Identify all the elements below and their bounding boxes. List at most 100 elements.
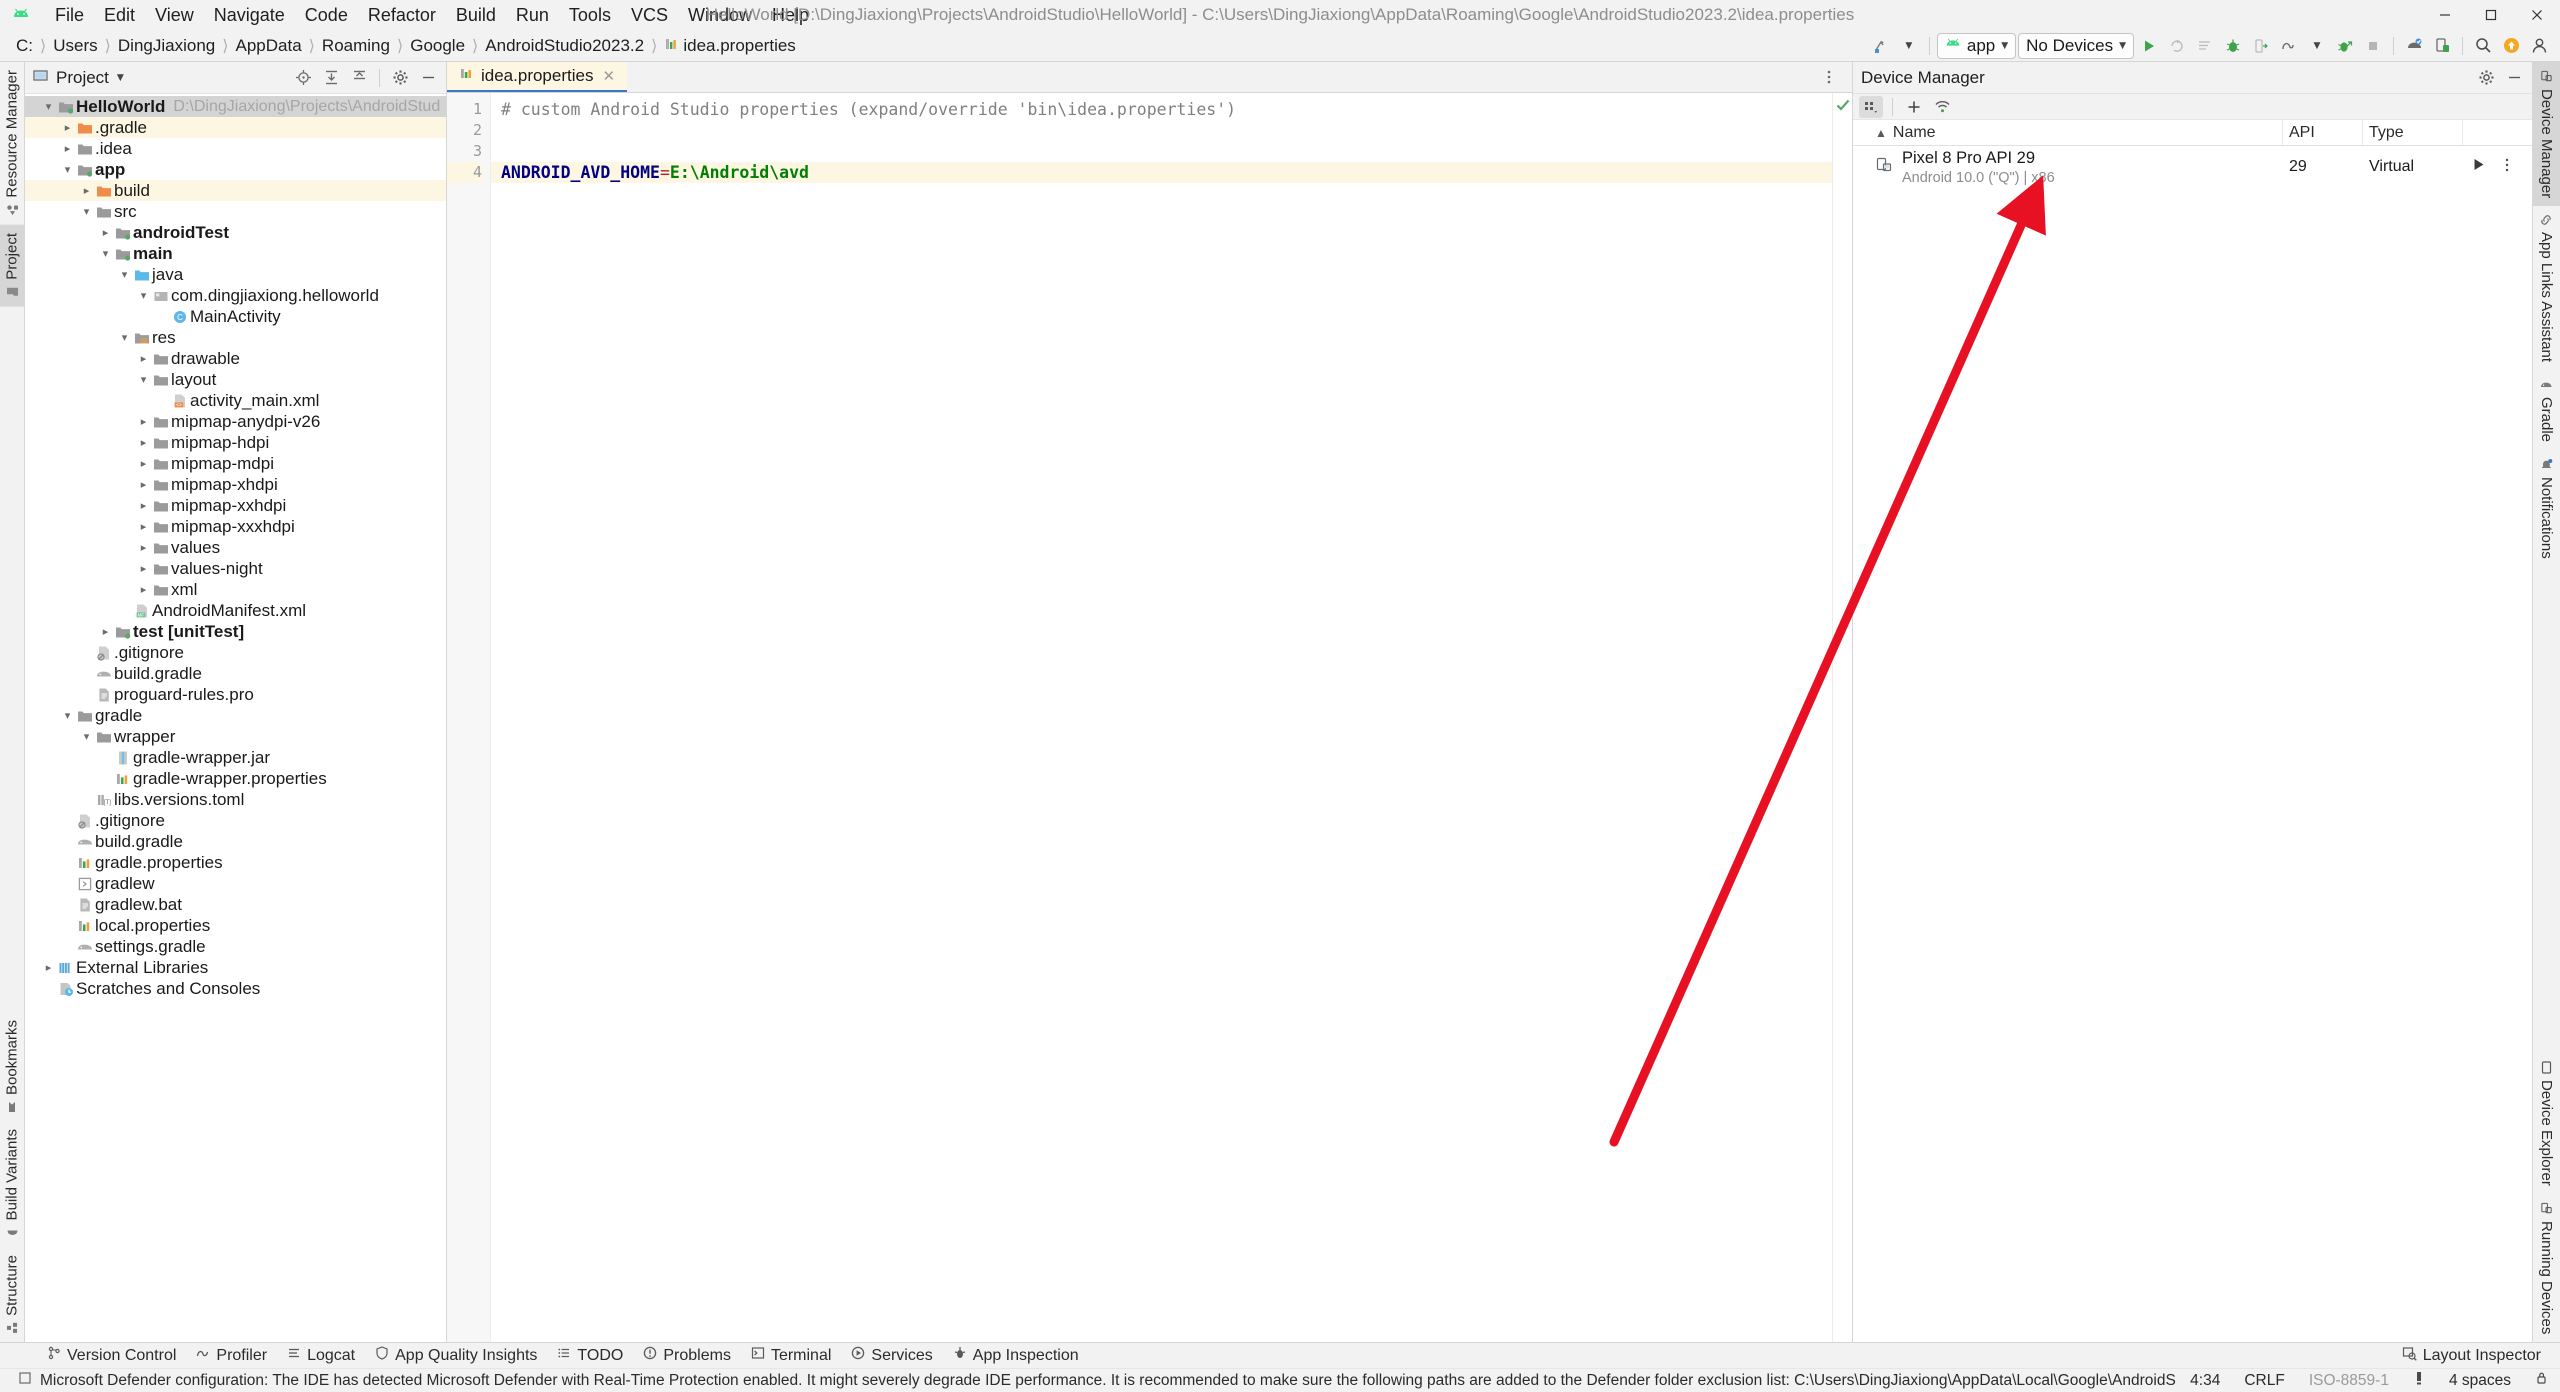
bottom-item-layout-inspector[interactable]: Layout Inspector [2393,1344,2550,1368]
chevron-right-icon[interactable]: ▸ [79,180,94,201]
debug-button[interactable] [2220,33,2246,59]
project-panel-title-group[interactable]: Project ▼ [33,68,124,88]
breadcrumb-item-androidstudio[interactable]: AndroidStudio2023.2 [479,35,650,57]
chevron-right-icon[interactable]: ▸ [136,495,151,516]
code-line[interactable] [491,141,1832,162]
breadcrumb-item-file[interactable]: idea.properties [658,35,801,57]
tree-item-activity-main-xml[interactable]: <> activity_main.xml [25,390,446,411]
tree-item-java[interactable]: ▾ java [25,264,446,285]
tree-item-com-dingjiaxiong-helloworld[interactable]: ▾ com.dingjiaxiong.helloworld [25,285,446,306]
sidebar-item-bookmarks[interactable]: Bookmarks [0,1012,24,1121]
chevron-right-icon[interactable]: ▸ [136,474,151,495]
chevron-right-icon[interactable]: ▸ [136,432,151,453]
hide-panel-button[interactable] [2501,65,2527,91]
tree-item-proguard-rules-pro[interactable]: proguard-rules.pro [25,684,446,705]
bottom-item-terminal[interactable]: Terminal [742,1344,840,1367]
menu-view[interactable]: View [146,3,203,27]
tree-item-scratches-and-consoles[interactable]: Scratches and Consoles [25,978,446,999]
tree-item-libs-versions-toml[interactable]: [T] libs.versions.toml [25,789,446,810]
tree-item-wrapper[interactable]: ▾ wrapper [25,726,446,747]
locate-file-button[interactable] [290,65,316,91]
lock-icon[interactable] [2531,1370,2552,1391]
device-run-button[interactable] [2471,157,2486,177]
sidebar-item-project[interactable]: Project [0,224,24,307]
close-button[interactable] [2514,0,2560,30]
chevron-right-icon[interactable]: ▸ [136,348,151,369]
apply-changes-button[interactable] [2164,33,2190,59]
tree-item-gitignore[interactable]: .gitignore [25,642,446,663]
hide-panel-button[interactable] [415,65,441,91]
breadcrumb-item-drive[interactable]: C: [10,35,39,57]
project-tree[interactable]: ▾ HelloWorld D:\DingJiaxiong\Projects\Andr… [25,94,446,1342]
chevron-down-icon[interactable]: ▾ [117,327,132,348]
chevron-down-icon[interactable]: ▾ [79,726,94,747]
bottom-item-version-control[interactable]: Version Control [38,1344,185,1367]
tree-item-main[interactable]: ▾ main [25,243,446,264]
tree-item-helloworld[interactable]: ▾ HelloWorld D:\DingJiaxiong\Projects\Andr… [25,96,446,117]
chevron-right-icon[interactable]: ▸ [60,138,75,159]
bottom-item-services[interactable]: Services [842,1344,941,1367]
settings-sync-caret[interactable]: ▼ [1896,33,1922,59]
device-view-mode-button[interactable] [1859,95,1883,118]
close-icon[interactable]: ✕ [600,67,617,85]
menu-code[interactable]: Code [296,3,357,27]
menu-run[interactable]: Run [507,3,558,27]
tree-item-gradlew-bat[interactable]: gradlew.bat [25,894,446,915]
tree-item-mipmap-xxhdpi[interactable]: ▸ mipmap-xxhdpi [25,495,446,516]
bottom-item-logcat[interactable]: Logcat [278,1344,364,1367]
sidebar-item-structure[interactable]: Structure [0,1247,24,1342]
add-device-button[interactable] [1902,96,1926,118]
account-button[interactable] [2526,33,2552,59]
editor-code[interactable]: # custom Android Studio properties (expa… [491,93,1832,1342]
inspection-ok-icon[interactable] [1835,97,1851,118]
tree-item-layout[interactable]: ▾ layout [25,369,446,390]
chevron-down-icon[interactable]: ▾ [117,264,132,285]
chevron-down-icon[interactable]: ▾ [98,243,113,264]
run-configuration-selector[interactable]: app ▼ [1936,32,2017,59]
maximize-button[interactable] [2468,0,2514,30]
read-only-icon[interactable] [2409,1370,2429,1391]
tree-item-mainactivity[interactable]: C MainActivity [25,306,446,327]
menu-tools[interactable]: Tools [560,3,620,27]
tree-item-gradle[interactable]: ▸ .gradle [25,117,446,138]
run-button[interactable] [2136,33,2162,59]
sidebar-item-resource-manager[interactable]: Resource Manager [0,62,24,225]
attach-debugger-button[interactable] [2248,33,2274,59]
chevron-down-icon[interactable]: ▾ [136,369,151,390]
tree-item-mipmap-anydpi-v26[interactable]: ▸ mipmap-anydpi-v26 [25,411,446,432]
editor-more-actions-button[interactable] [1816,64,1842,90]
tree-item-test-unittest[interactable]: ▸ test [unitTest] [25,621,446,642]
breadcrumb-item-google[interactable]: Google [404,35,471,57]
chevron-down-icon[interactable]: ▾ [60,159,75,180]
tree-item-drawable[interactable]: ▸ drawable [25,348,446,369]
tree-item-gradle-wrapper-properties[interactable]: gradle-wrapper.properties [25,768,446,789]
tree-item-build[interactable]: ▸ build [25,180,446,201]
sidebar-item-device-explorer[interactable]: Device Explorer [2533,1053,2560,1194]
device-column-api[interactable]: API [2283,120,2363,145]
pair-wifi-device-button[interactable] [1930,96,1954,118]
sidebar-item-device-manager[interactable]: Device Manager [2533,62,2560,207]
run-with-coverage-button[interactable] [2332,33,2358,59]
bottom-item-problems[interactable]: Problems [634,1344,740,1367]
line-separator[interactable]: CRLF [2240,1371,2288,1391]
tree-item-values-night[interactable]: ▸ values-night [25,558,446,579]
chevron-right-icon[interactable]: ▸ [136,453,151,474]
breadcrumb-item-roaming[interactable]: Roaming [316,35,396,57]
breadcrumb-item-dingjiaxiong[interactable]: DingJiaxiong [112,35,221,57]
chevron-down-icon[interactable]: ▼ [117,73,124,83]
tree-item-gradle-properties[interactable]: gradle.properties [25,852,446,873]
code-line[interactable] [491,120,1832,141]
tree-item-src[interactable]: ▾ src [25,201,446,222]
search-everywhere-button[interactable] [2470,33,2496,59]
bottom-item-app-inspection[interactable]: App Inspection [944,1344,1088,1367]
tree-item-values[interactable]: ▸ values [25,537,446,558]
tree-item-external-libraries[interactable]: ▸ External Libraries [25,957,446,978]
tree-item-mipmap-xxxhdpi[interactable]: ▸ mipmap-xxxhdpi [25,516,446,537]
menu-edit[interactable]: Edit [95,3,144,27]
breadcrumb-item-users[interactable]: Users [47,35,103,57]
chevron-right-icon[interactable]: ▸ [136,579,151,600]
chevron-right-icon[interactable]: ▸ [136,516,151,537]
file-encoding[interactable]: ISO-8859-1 [2305,1371,2393,1391]
tree-item-xml[interactable]: ▸ xml [25,579,446,600]
minimize-button[interactable] [2422,0,2468,30]
